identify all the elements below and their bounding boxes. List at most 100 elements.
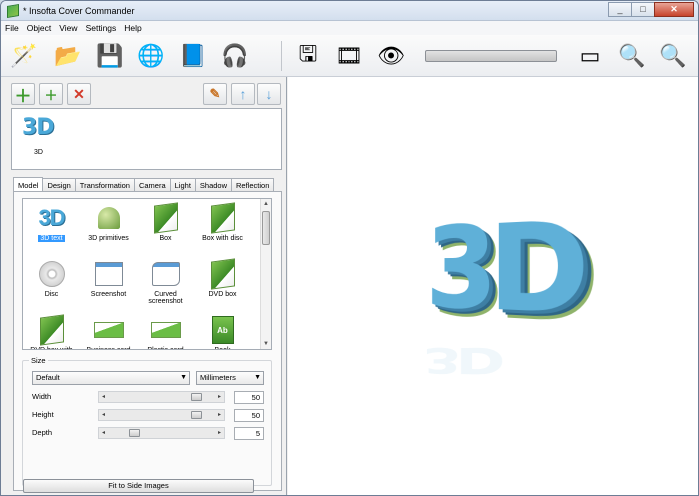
gallery-item-label: DVD box with [28, 347, 74, 349]
add-icon: ＋ [14, 86, 32, 106]
zoom-out-icon: 🔍 [659, 43, 687, 68]
web-icon: 🌐 [137, 43, 165, 68]
minimize-button[interactable]: _ [608, 2, 632, 17]
width-field[interactable]: 50 [234, 391, 264, 404]
model-thumbnail-icon [39, 314, 64, 346]
tab-camera[interactable]: Camera [133, 178, 171, 192]
gallery-item-label: Book [213, 347, 233, 349]
gallery-item[interactable]: Business card [80, 311, 137, 349]
tab-shadow[interactable]: Shadow [194, 178, 233, 192]
tab-design[interactable]: Design [42, 178, 76, 192]
depth-slider[interactable]: ◂ ▸ [98, 427, 225, 439]
slider-left-arrow[interactable]: ◂ [102, 392, 105, 402]
gallery-thumbnail [194, 202, 251, 234]
gallery-scrollbar[interactable]: ▲ ▼ [260, 199, 271, 349]
preview-button[interactable]: 👁 [374, 39, 408, 73]
menu-help[interactable]: Help [124, 23, 141, 33]
edit-button[interactable]: ✎ [203, 83, 227, 105]
model-thumbnail-icon [97, 207, 120, 229]
size-preset-select[interactable]: Default ▼ [32, 371, 190, 385]
delete-icon: ✕ [73, 85, 85, 102]
gallery-item-label: DVD box [208, 291, 237, 298]
help-button[interactable]: 📘 [176, 39, 210, 73]
tab-transformation[interactable]: Transformation [74, 178, 135, 192]
support-button[interactable]: 🎧 [218, 39, 252, 73]
render-animation-button[interactable]: 🎞 [332, 39, 366, 73]
gallery-item[interactable]: Curved screenshot [137, 255, 194, 311]
scroll-thumb[interactable] [262, 211, 270, 245]
delete-object-button[interactable]: ✕ [67, 83, 91, 105]
layer-label[interactable]: 3D [34, 149, 43, 156]
fit-view-button[interactable]: ▭ [573, 39, 607, 73]
gallery-item[interactable]: Ab Book [194, 311, 251, 349]
layer-3d-thumbnail[interactable]: 3D [22, 115, 58, 140]
slider-right-arrow[interactable]: ▸ [218, 392, 221, 402]
move-down-button[interactable]: ↓ [257, 83, 281, 105]
gallery-item-label: Box [159, 235, 172, 242]
menu-settings[interactable]: Settings [86, 23, 117, 33]
slider-thumb[interactable] [129, 429, 140, 437]
pencil-icon: ✎ [209, 86, 221, 101]
gallery-thumbnail: Ab [194, 315, 251, 345]
arrow-up-icon: ↑ [239, 86, 247, 102]
save-image-button[interactable]: 🖫 [291, 39, 325, 73]
preview-canvas[interactable]: 3D 3D [288, 77, 698, 495]
save-icon: 💾 [96, 43, 124, 68]
gallery-item[interactable]: Plastic card [137, 311, 194, 349]
width-slider[interactable]: ◂ ▸ [98, 391, 225, 403]
slider-right-arrow[interactable]: ▸ [218, 428, 221, 438]
zoom-in-button[interactable]: 🔍 [615, 39, 649, 73]
maximize-button[interactable]: □ [631, 2, 655, 17]
gallery-thumbnail [80, 259, 137, 289]
gallery-item[interactable]: Box [137, 199, 194, 255]
slider-left-arrow[interactable]: ◂ [102, 428, 105, 438]
depth-field[interactable]: 5 [234, 427, 264, 440]
open-button[interactable]: 📂 [51, 39, 85, 73]
website-button[interactable]: 🌐 [134, 39, 168, 73]
close-button[interactable]: ✕ [654, 2, 694, 17]
gallery-item[interactable]: Screenshot [80, 255, 137, 311]
gallery-item[interactable]: DVD box with [23, 311, 80, 349]
gallery-item[interactable]: 3D primitives [80, 199, 137, 255]
gallery-item[interactable]: Box with disc [194, 199, 251, 255]
menu-object[interactable]: Object [27, 23, 52, 33]
arrow-down-icon: ↓ [265, 86, 273, 102]
gallery-item[interactable]: 3D 3D text [23, 199, 80, 255]
width-label: Width [32, 392, 52, 401]
units-select[interactable]: Millimeters ▼ [196, 371, 264, 385]
add-small-icon: ＋ [44, 87, 58, 103]
add-small-button[interactable]: ＋ [39, 83, 63, 105]
gallery-item-label: Business card [85, 347, 133, 349]
add-object-button[interactable]: ＋ [11, 83, 35, 106]
gallery-item-label: 3D primitives [88, 235, 129, 242]
slider-right-arrow[interactable]: ▸ [218, 410, 221, 420]
title-bar: * Insofta Cover Commander _ □ ✕ [1, 1, 698, 21]
menu-file[interactable]: File [5, 23, 19, 33]
gallery-item-label: Plastic card [145, 347, 185, 349]
save-image-icon: 🖫 [298, 41, 318, 66]
app-window: * Insofta Cover Commander _ □ ✕ File Obj… [0, 0, 699, 496]
zoom-out-button[interactable]: 🔍 [656, 39, 690, 73]
height-field[interactable]: 50 [234, 409, 264, 422]
wizard-icon: 🪄 [10, 43, 38, 68]
window-title: * Insofta Cover Commander [23, 6, 135, 16]
model-tab-panel: 3D 3D text 3D primitives Box Box with disc Di… [13, 191, 282, 493]
fit-to-side-images-button[interactable]: Fit to Side Images [23, 479, 254, 493]
scroll-up-arrow[interactable]: ▲ [261, 199, 271, 209]
gallery-item[interactable]: Disc [23, 255, 80, 311]
slider-thumb[interactable] [191, 393, 202, 401]
wizard-button[interactable]: 🪄 [7, 39, 41, 73]
save-button[interactable]: 💾 [93, 39, 127, 73]
gallery-item[interactable]: DVD box [194, 255, 251, 311]
scroll-down-arrow[interactable]: ▼ [261, 339, 271, 349]
model-grid: 3D 3D text 3D primitives Box Box with disc Di… [23, 199, 261, 349]
tab-model[interactable]: Model [13, 177, 44, 192]
move-up-button[interactable]: ↑ [231, 83, 255, 105]
3d-text-model[interactable]: 3D [426, 193, 579, 343]
height-slider[interactable]: ◂ ▸ [98, 409, 225, 421]
tab-light[interactable]: Light [169, 178, 196, 192]
slider-thumb[interactable] [191, 411, 202, 419]
tab-reflection[interactable]: Reflection [231, 178, 275, 192]
menu-view[interactable]: View [59, 23, 77, 33]
slider-left-arrow[interactable]: ◂ [102, 410, 105, 420]
